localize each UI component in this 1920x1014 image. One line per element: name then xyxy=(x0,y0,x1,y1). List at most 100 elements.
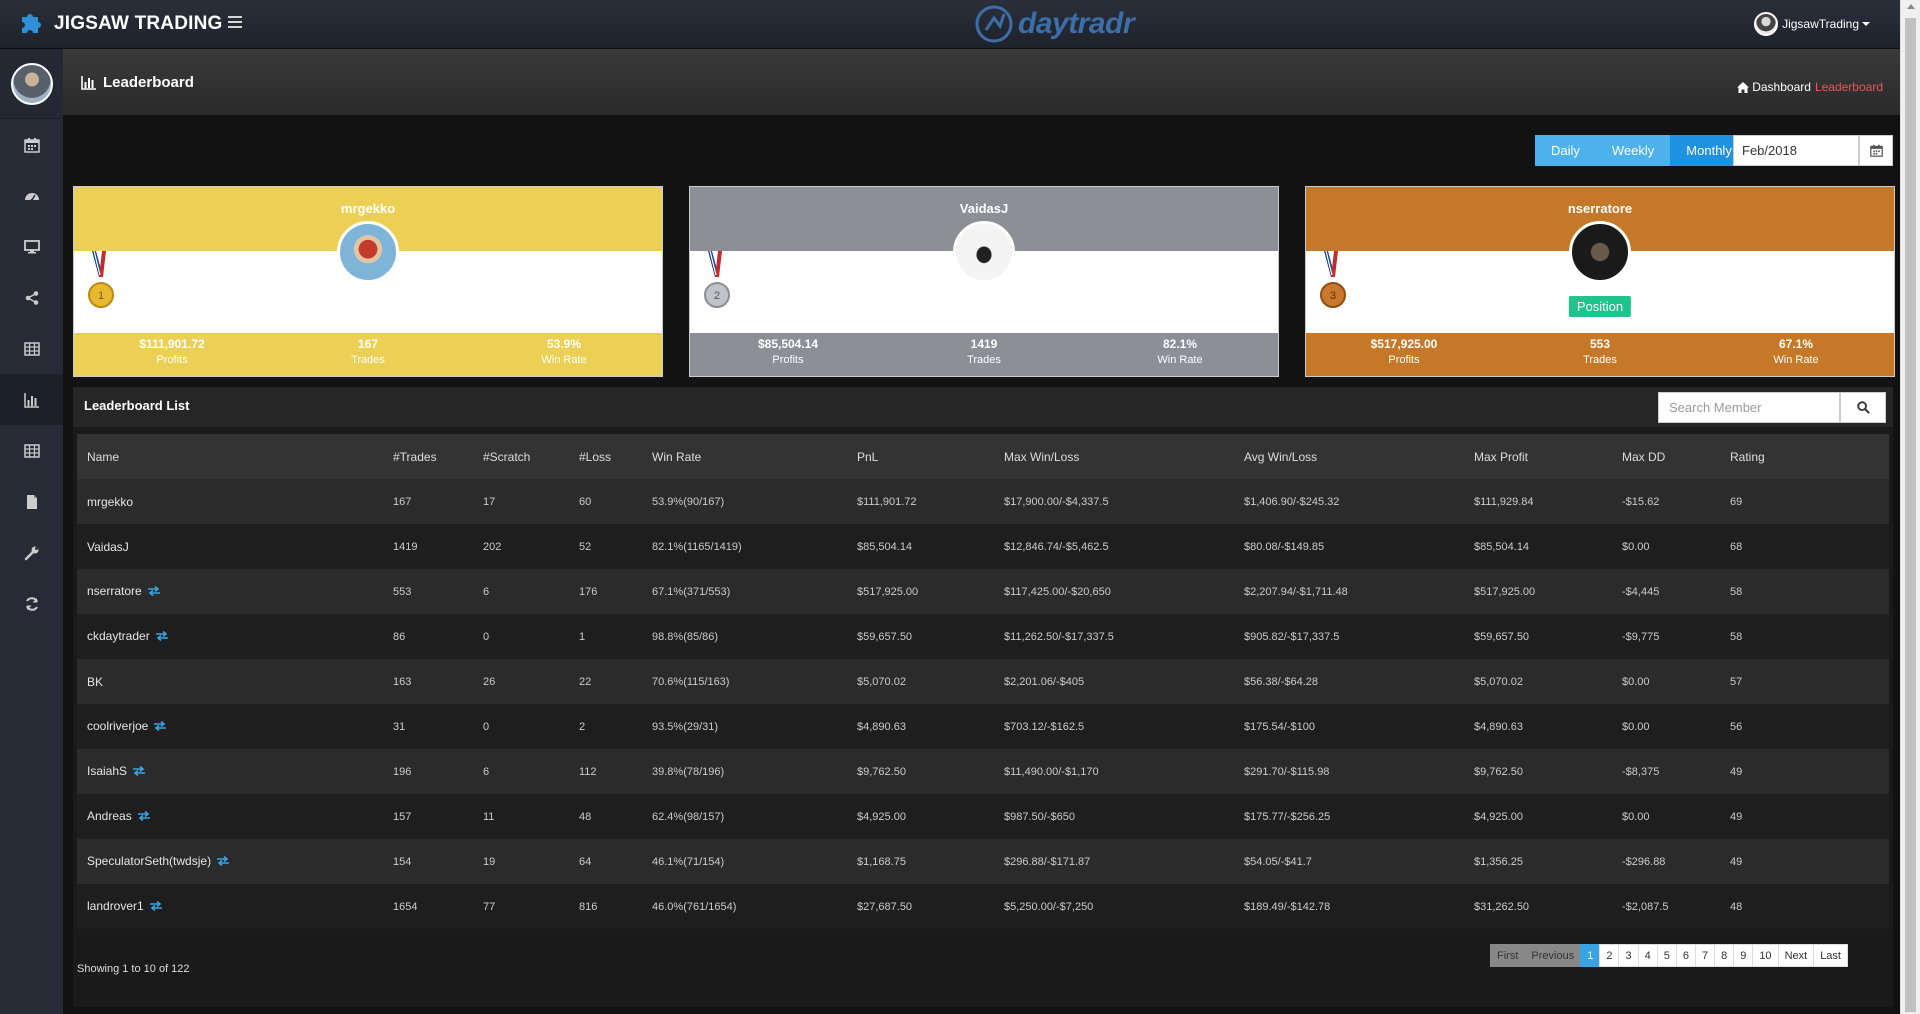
member-name[interactable]: coolriverjoe xyxy=(87,719,148,733)
daily-button[interactable]: Daily xyxy=(1535,135,1596,166)
podium-card-2[interactable]: VaidasJ 2 $85,504.14 Profits 1419 Trades 8… xyxy=(689,186,1279,377)
previous-page-button[interactable]: Previous xyxy=(1524,944,1582,967)
table-cell: 58 xyxy=(1730,585,1743,598)
table-cell: 77 xyxy=(483,900,496,913)
table-cell: $0.00 xyxy=(1622,720,1650,733)
table-row[interactable]: IsaiahS 196 6 112 39.8%(78/196) $9,762.50 $11,… xyxy=(77,749,1889,794)
table-row[interactable]: BK 163 26 22 70.6%(115/163) $5,070.02 $2,201.0… xyxy=(77,659,1889,704)
sidebar-item-calendar[interactable] xyxy=(0,119,63,170)
member-name[interactable]: BK xyxy=(87,675,103,689)
table-cell: $517,925.00 xyxy=(857,585,919,598)
member-name[interactable]: nserratore xyxy=(87,584,142,598)
table-row[interactable]: coolriverjoe 31 0 2 93.5%(29/31) $4,890.63 $70… xyxy=(77,704,1889,749)
table-row[interactable]: VaidasJ 1419 202 52 82.1%(1165/1419) $85,504.… xyxy=(77,524,1889,569)
page-button[interactable]: 9 xyxy=(1733,944,1754,967)
table-cell: 154 xyxy=(393,855,412,868)
brand-logo[interactable]: JIGSAW TRADING xyxy=(16,9,223,39)
table-row[interactable]: ckdaytrader 86 0 1 98.8%(85/86) $59,657.50 $11… xyxy=(77,614,1889,659)
table-cell: -$2,087.5 xyxy=(1622,900,1669,913)
column-header[interactable]: #Scratch xyxy=(473,434,569,479)
podium-card-3[interactable]: nserratore 3 Position $517,925.00 Profits… xyxy=(1305,186,1895,377)
table-row[interactable]: mrgekko 167 17 60 53.9%(90/167) $111,901.72 $1… xyxy=(77,479,1889,524)
next-page-button[interactable]: Next xyxy=(1777,944,1815,967)
column-header[interactable]: Rating xyxy=(1720,434,1889,479)
page-button[interactable]: 7 xyxy=(1694,944,1716,967)
table-cell: $1,168.75 xyxy=(857,855,906,868)
page-button[interactable]: 1 xyxy=(1580,944,1601,967)
sidebar-item-tools[interactable] xyxy=(0,527,63,578)
sidebar-item-share[interactable] xyxy=(0,272,63,323)
breadcrumb-dashboard-link[interactable]: Dashboard xyxy=(1752,80,1811,94)
column-header[interactable]: Avg Win/Loss xyxy=(1234,434,1464,479)
member-name[interactable]: SpeculatorSeth(twdsje) xyxy=(87,854,211,868)
chevron-down-icon xyxy=(1862,22,1870,26)
bar-chart-icon xyxy=(23,392,39,408)
swap-arrows-icon[interactable] xyxy=(147,585,161,599)
page-button[interactable]: 8 xyxy=(1714,944,1735,967)
scroll-up-icon[interactable] xyxy=(1907,4,1915,9)
swap-arrows-icon[interactable] xyxy=(149,900,163,914)
page-button[interactable]: 10 xyxy=(1752,944,1779,967)
member-name[interactable]: mrgekko xyxy=(87,495,133,509)
table-row[interactable]: nserratore 553 6 176 67.1%(371/553) $517,925.… xyxy=(77,569,1889,614)
page-button[interactable]: 3 xyxy=(1618,944,1639,967)
menu-toggle-icon[interactable] xyxy=(228,14,244,30)
column-header[interactable]: PnL xyxy=(847,434,994,479)
swap-arrows-icon[interactable] xyxy=(132,765,146,779)
bronze-medal-icon: 3 xyxy=(1320,251,1346,308)
column-header[interactable]: Max DD xyxy=(1612,434,1720,479)
column-header[interactable]: #Loss xyxy=(569,434,642,479)
date-picker-button[interactable] xyxy=(1859,135,1893,166)
member-name[interactable]: landrover1 xyxy=(87,899,144,913)
sidebar-item-file[interactable] xyxy=(0,476,63,527)
member-name[interactable]: Andreas xyxy=(87,809,132,823)
swap-arrows-icon[interactable] xyxy=(155,630,169,644)
page-button[interactable]: 2 xyxy=(1599,944,1620,967)
sidebar-item-table-2[interactable] xyxy=(0,425,63,476)
sidebar-item-dashboard[interactable] xyxy=(0,170,63,221)
member-name[interactable]: IsaiahS xyxy=(87,764,127,778)
sidebar-item-monitor[interactable] xyxy=(0,221,63,272)
page-button[interactable]: 5 xyxy=(1656,944,1677,967)
search-input[interactable]: Search Member xyxy=(1658,392,1840,423)
last-page-button[interactable]: Last xyxy=(1813,944,1848,967)
table-cell: 202 xyxy=(483,540,502,553)
column-header[interactable]: Win Rate xyxy=(642,434,847,479)
page-button[interactable]: 4 xyxy=(1637,944,1658,967)
month-field[interactable]: Feb/2018 xyxy=(1733,135,1859,166)
table-cell: $4,925.00 xyxy=(1474,810,1523,823)
first-page-button[interactable]: First xyxy=(1490,944,1526,967)
table-cell: 52 xyxy=(579,540,592,553)
column-header[interactable]: Max Profit xyxy=(1464,434,1612,479)
sidebar-item-table[interactable] xyxy=(0,323,63,374)
search-button[interactable] xyxy=(1840,392,1886,423)
sidebar-item-refresh[interactable] xyxy=(0,578,63,629)
member-name-cell: SpeculatorSeth(twdsje) xyxy=(77,839,383,884)
member-name-cell: coolriverjoe xyxy=(77,704,383,749)
table-cell: $12,846.74/-$5,462.5 xyxy=(1004,540,1109,553)
page-button[interactable]: 6 xyxy=(1675,944,1696,967)
table-row[interactable]: SpeculatorSeth(twdsje) 154 19 64 46.1%(71/15… xyxy=(77,839,1889,884)
member-name[interactable]: VaidasJ xyxy=(87,540,129,554)
user-menu[interactable]: JigsawTrading xyxy=(1754,12,1870,36)
weekly-button[interactable]: Weekly xyxy=(1595,135,1671,166)
column-header[interactable]: Max Win/Loss xyxy=(994,434,1234,479)
swap-arrows-icon[interactable] xyxy=(153,720,167,734)
column-header[interactable]: #Trades xyxy=(383,434,473,479)
podium-stats: $111,901.72 Profits 167 Trades 53.9% Win Ra… xyxy=(74,333,662,376)
scrollbar-thumb[interactable] xyxy=(1905,18,1916,1012)
member-name[interactable]: ckdaytrader xyxy=(87,629,150,643)
table-cell: 553 xyxy=(393,585,412,598)
table-row[interactable]: landrover1 1654 77 816 46.0%(761/1654) $27,68… xyxy=(77,884,1889,929)
page-scrollbar[interactable] xyxy=(1900,0,1920,1014)
table-row[interactable]: Andreas 157 11 48 62.4%(98/157) $4,925.00 $987… xyxy=(77,794,1889,839)
table-cell: 176 xyxy=(579,585,598,598)
table-cell: $0.00 xyxy=(1622,675,1650,688)
podium-card-1[interactable]: mrgekko 1 $111,901.72 Profits 167 Trades 5… xyxy=(73,186,663,377)
swap-arrows-icon[interactable] xyxy=(137,810,151,824)
sidebar-profile[interactable] xyxy=(0,49,63,119)
podium-name: mrgekko xyxy=(340,201,396,216)
sidebar-item-leaderboard[interactable] xyxy=(0,374,63,425)
swap-arrows-icon[interactable] xyxy=(216,855,230,869)
column-header[interactable]: Name xyxy=(77,434,383,479)
